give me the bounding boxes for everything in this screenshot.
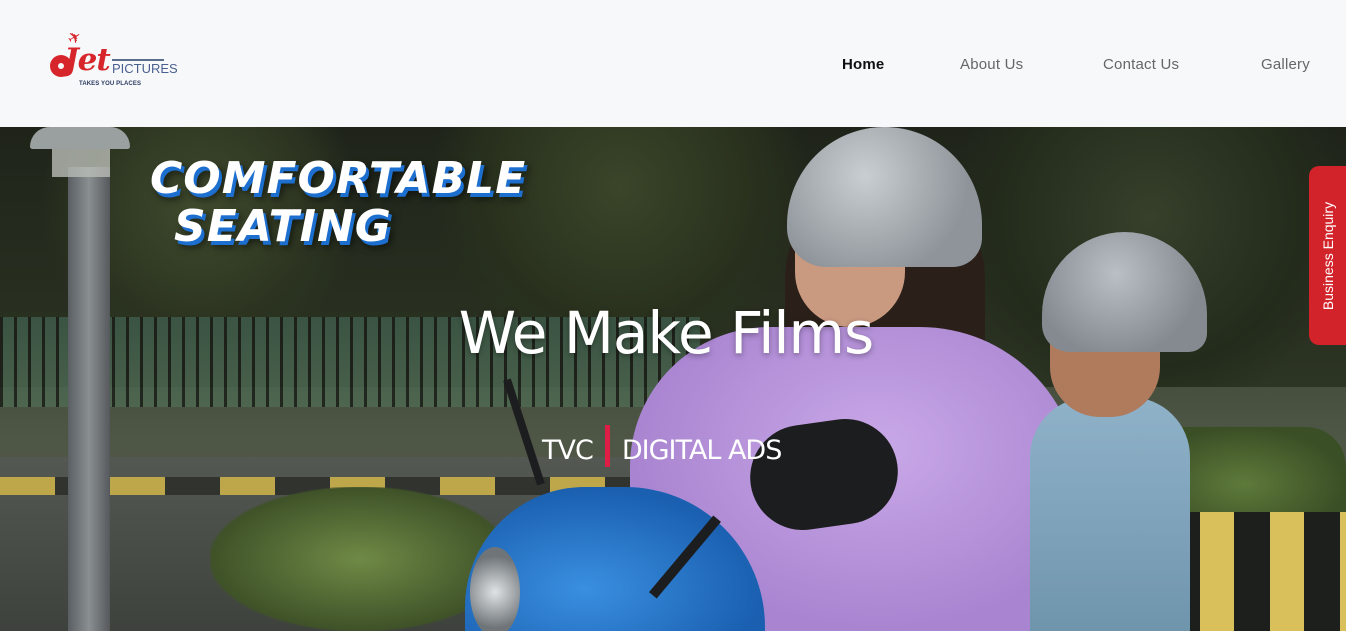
caption-line-2: SEATING	[174, 201, 392, 252]
video-overlay-caption: COMFORTABLE SEATING	[150, 155, 570, 251]
business-enquiry-label: Business Enquiry	[1319, 201, 1336, 310]
street-lamp-pole	[68, 167, 110, 631]
hero-title: We Make Films	[458, 299, 874, 367]
hero-subtitle-digital-ads: DIGITAL ADS	[621, 435, 783, 466]
logo-brand-primary: Jet	[64, 42, 111, 78]
nav-contact-us[interactable]: Contact Us	[1103, 56, 1179, 73]
subtitle-separator	[604, 425, 610, 467]
nav-gallery[interactable]: Gallery	[1261, 56, 1310, 73]
nav-about-us[interactable]: About Us	[960, 56, 1023, 73]
logo-brand-secondary: PICTURES	[112, 61, 178, 76]
scooter-headlight	[470, 547, 520, 631]
jet-pictures-logo[interactable]: ✈ Jet PICTURES TAKES YOU PLACES	[48, 28, 178, 90]
nav-home[interactable]: Home	[842, 56, 884, 73]
hero-subtitle-tvc: TVC	[542, 435, 594, 466]
street-lamp-head	[30, 127, 130, 149]
site-header: ✈ Jet PICTURES TAKES YOU PLACES Home Abo…	[0, 0, 1346, 127]
street-lamp-glass	[52, 147, 110, 177]
business-enquiry-tab[interactable]: Business Enquiry	[1309, 166, 1346, 345]
child-shirt	[1030, 397, 1190, 631]
hero-banner: COMFORTABLE SEATING We Make Films TVC DIG…	[0, 127, 1346, 631]
caption-line-1: COMFORTABLE	[150, 153, 527, 204]
hero-subtitle: TVC DIGITAL ADS	[542, 425, 782, 467]
logo-tagline: TAKES YOU PLACES	[79, 81, 142, 87]
